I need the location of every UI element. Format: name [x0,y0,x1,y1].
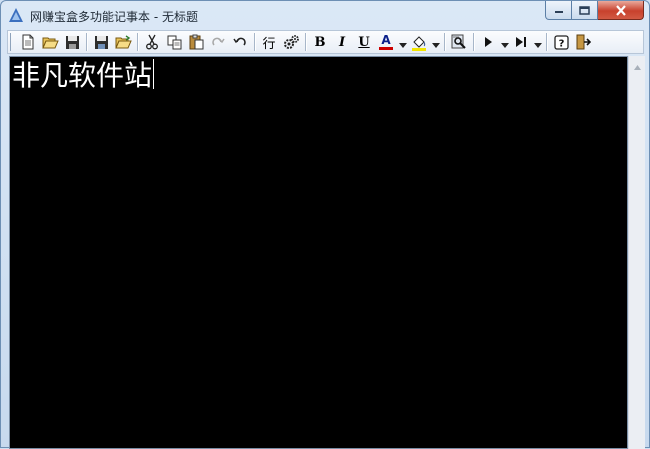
step-button[interactable] [510,32,532,52]
copy-icon [167,35,182,50]
exit-icon [575,34,591,50]
toolbar-separator [444,33,445,51]
editor-content[interactable]: 非凡软件站 [12,57,155,95]
step-dropdown[interactable] [532,32,543,52]
toolbar-separator [546,33,547,51]
save-button[interactable] [61,32,83,52]
find-replace-icon [451,34,467,50]
paste-button[interactable] [185,32,207,52]
toolbar-separator [254,33,255,51]
scroll-up-arrow-icon [633,55,641,74]
underline-button[interactable]: U [353,32,375,52]
settings-icon [283,34,300,50]
underline-icon: U [358,34,370,50]
scroll-up-button[interactable] [629,56,645,73]
toolbar: 行 B I U A ? [7,30,644,54]
font-color-button[interactable]: A [375,32,397,52]
new-file-icon [21,34,35,50]
open-folder-icon [41,35,59,50]
redo-button[interactable] [207,32,229,52]
cut-button[interactable] [141,32,163,52]
close-button[interactable] [598,1,644,20]
cut-icon [145,34,159,50]
title-bar[interactable]: 网赚宝盒多功能记事本 - 无标题 [1,1,649,29]
chevron-down-icon [431,33,440,52]
font-color-dropdown[interactable] [397,32,408,52]
toolbar-separator [305,33,306,51]
toolbar-separator [137,33,138,51]
settings-button[interactable] [280,32,302,52]
editor-text: 非凡软件站 [12,59,153,92]
chevron-down-icon [398,33,407,52]
find-replace-button[interactable] [448,32,470,52]
bold-button[interactable]: B [309,32,331,52]
toolbar-separator [86,33,87,51]
help-button[interactable]: ? [550,32,572,52]
undo-icon [233,36,247,48]
exit-button[interactable] [572,32,594,52]
play-dropdown[interactable] [499,32,510,52]
window-title: 网赚宝盒多功能记事本 - 无标题 [30,10,198,24]
text-editor[interactable]: 非凡软件站 [9,56,628,449]
paste-icon [189,34,204,50]
toolbar-grip[interactable] [10,33,14,51]
svg-text:?: ? [558,38,564,49]
app-window: 网赚宝盒多功能记事本 - 无标题 行 B I U A ? 非凡软件站 [0,0,650,449]
toolbar-separator [473,33,474,51]
app-logo-icon [8,7,24,23]
play-icon [483,36,493,48]
italic-icon: I [338,34,346,50]
vertical-scrollbar[interactable] [628,56,645,449]
fill-color-icon [411,34,427,51]
play-button[interactable] [477,32,499,52]
copy-button[interactable] [163,32,185,52]
maximize-button[interactable] [572,1,598,20]
close-icon [615,4,627,16]
open-file-button[interactable] [112,32,134,52]
open-icon [114,34,132,50]
save-as-button[interactable] [90,32,112,52]
caption-buttons [545,1,644,21]
save-icon [65,35,80,50]
fill-color-button[interactable] [408,32,430,52]
font-color-icon: A [381,33,391,47]
undo-button[interactable] [229,32,251,52]
help-icon: ? [553,34,569,50]
new-file-button[interactable] [17,32,39,52]
font-color-swatch [379,47,393,50]
bold-icon: B [314,34,326,50]
minimize-button[interactable] [545,1,572,20]
chevron-down-icon [500,33,509,52]
open-button[interactable] [39,32,61,52]
minimize-icon [554,6,564,14]
maximize-icon [579,5,590,15]
italic-button[interactable]: I [331,32,353,52]
line-button[interactable]: 行 [258,32,280,52]
chevron-down-icon [533,33,542,52]
save-as-icon [94,35,109,50]
line-label: 行 [262,36,276,52]
fill-color-dropdown[interactable] [430,32,441,52]
redo-icon [211,36,225,48]
text-caret [153,59,155,89]
step-icon [515,36,527,48]
